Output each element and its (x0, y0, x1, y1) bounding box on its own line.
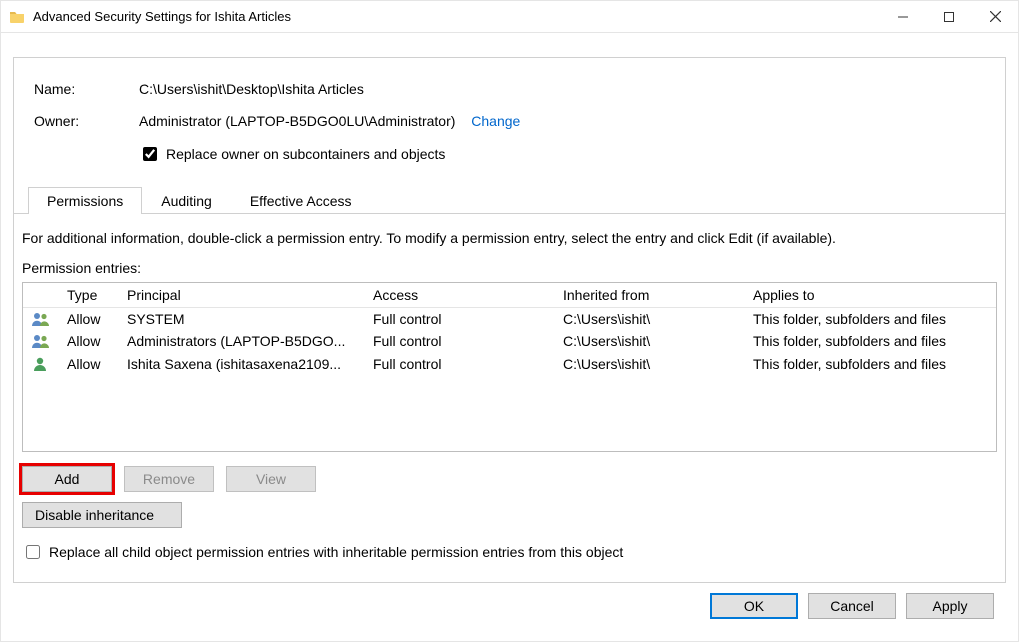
owner-value: Administrator (LAPTOP-B5DGO0LU\Administr… (139, 112, 520, 130)
owner-row: Owner: Administrator (LAPTOP-B5DGO0LU\Ad… (34, 112, 985, 130)
view-button[interactable]: View (226, 466, 316, 492)
principal-icon (23, 330, 59, 352)
tab-effective-access[interactable]: Effective Access (231, 187, 371, 214)
dialog-footer: OK Cancel Apply (13, 583, 1006, 629)
replace-children-label[interactable]: Replace all child object permission entr… (22, 542, 997, 562)
window-controls (880, 1, 1018, 32)
cell-type: Allow (59, 330, 119, 352)
tabs: Permissions Auditing Effective Access (14, 186, 1005, 214)
owner-label: Owner: (34, 112, 139, 130)
cell-inherited: C:\Users\ishit\ (555, 352, 745, 376)
apply-button[interactable]: Apply (906, 593, 994, 619)
name-row: Name: C:\Users\ishit\Desktop\Ishita Arti… (34, 80, 985, 98)
col-icon[interactable] (23, 283, 59, 308)
remove-button[interactable]: Remove (124, 466, 214, 492)
cell-principal: SYSTEM (119, 308, 365, 331)
cell-inherited: C:\Users\ishit\ (555, 330, 745, 352)
ok-button[interactable]: OK (710, 593, 798, 619)
window-title: Advanced Security Settings for Ishita Ar… (33, 9, 880, 24)
principal-icon (23, 308, 59, 331)
replace-owner-checkbox-label[interactable]: Replace owner on subcontainers and objec… (139, 144, 445, 164)
minimize-button[interactable] (880, 1, 926, 32)
cell-applies: This folder, subfolders and files (745, 308, 996, 331)
permission-header-row: Type Principal Access Inherited from App… (23, 283, 996, 308)
cell-access: Full control (365, 308, 555, 331)
permission-table-wrap[interactable]: Type Principal Access Inherited from App… (22, 282, 997, 452)
tab-permissions[interactable]: Permissions (28, 187, 142, 214)
cell-type: Allow (59, 352, 119, 376)
permission-entries-label: Permission entries: (22, 260, 997, 276)
cell-principal: Ishita Saxena (ishitasaxena2109... (119, 352, 365, 376)
cell-access: Full control (365, 352, 555, 376)
name-value: C:\Users\ishit\Desktop\Ishita Articles (139, 80, 364, 98)
permissions-tab-body: For additional information, double-click… (14, 214, 1005, 576)
cell-principal: Administrators (LAPTOP-B5DGO... (119, 330, 365, 352)
cell-inherited: C:\Users\ishit\ (555, 308, 745, 331)
col-applies[interactable]: Applies to (745, 283, 996, 308)
permission-table: Type Principal Access Inherited from App… (23, 283, 996, 376)
permissions-intro: For additional information, double-click… (22, 230, 997, 246)
maximize-button[interactable] (926, 1, 972, 32)
info-grid: Name: C:\Users\ishit\Desktop\Ishita Arti… (14, 58, 1005, 180)
main-group: Name: C:\Users\ishit\Desktop\Ishita Arti… (13, 57, 1006, 583)
col-inherited[interactable]: Inherited from (555, 283, 745, 308)
replace-children-text: Replace all child object permission entr… (49, 544, 623, 560)
col-principal[interactable]: Principal (119, 283, 365, 308)
replace-owner-text: Replace owner on subcontainers and objec… (166, 145, 445, 163)
add-button[interactable]: Add (22, 466, 112, 492)
principal-icon (23, 352, 59, 376)
disable-inheritance-button[interactable]: Disable inheritance (22, 502, 182, 528)
inheritance-row: Disable inheritance (22, 502, 997, 528)
close-button[interactable] (972, 1, 1018, 32)
cell-access: Full control (365, 330, 555, 352)
change-owner-link[interactable]: Change (471, 113, 520, 129)
cell-applies: This folder, subfolders and files (745, 352, 996, 376)
table-row[interactable]: AllowSYSTEMFull controlC:\Users\ishit\Th… (23, 308, 996, 331)
body-panel: Name: C:\Users\ishit\Desktop\Ishita Arti… (1, 33, 1018, 641)
titlebar: Advanced Security Settings for Ishita Ar… (1, 1, 1018, 33)
replace-owner-row: Replace owner on subcontainers and objec… (139, 144, 985, 164)
cell-applies: This folder, subfolders and files (745, 330, 996, 352)
permission-buttons-row: Add Remove View (22, 466, 997, 492)
name-label: Name: (34, 80, 139, 98)
col-type[interactable]: Type (59, 283, 119, 308)
advanced-security-window: Advanced Security Settings for Ishita Ar… (0, 0, 1019, 642)
tab-auditing[interactable]: Auditing (142, 187, 231, 214)
table-row[interactable]: AllowIshita Saxena (ishitasaxena2109...F… (23, 352, 996, 376)
replace-children-checkbox[interactable] (26, 545, 40, 559)
table-row[interactable]: AllowAdministrators (LAPTOP-B5DGO...Full… (23, 330, 996, 352)
col-access[interactable]: Access (365, 283, 555, 308)
folder-icon (9, 9, 25, 25)
cancel-button[interactable]: Cancel (808, 593, 896, 619)
cell-type: Allow (59, 308, 119, 331)
replace-owner-checkbox[interactable] (143, 147, 157, 161)
owner-text: Administrator (LAPTOP-B5DGO0LU\Administr… (139, 113, 455, 129)
